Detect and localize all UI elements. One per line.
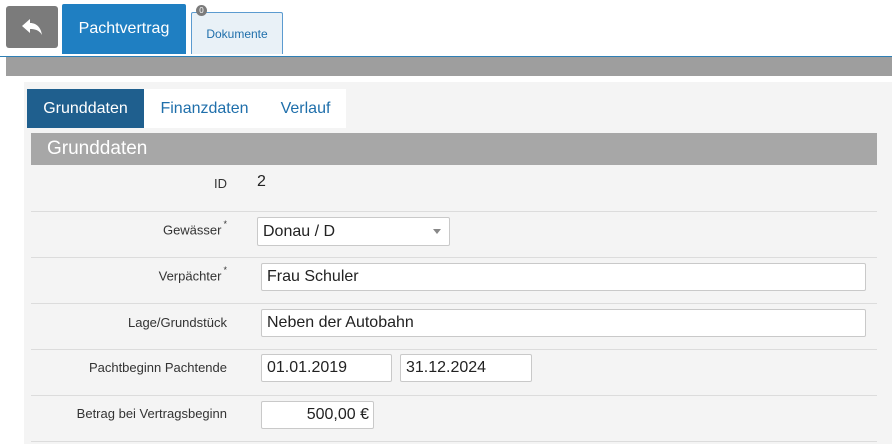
tab-verlauf[interactable]: Verlauf <box>265 89 346 128</box>
betrag-label: Betrag bei Vertragsbeginn <box>76 406 227 421</box>
tab-finanzdaten[interactable]: Finanzdaten <box>144 89 265 128</box>
reply-arrow-icon <box>22 19 42 35</box>
documents-count-badge: 0 <box>196 5 207 16</box>
pachtende-input[interactable]: 31.12.2024 <box>400 354 532 382</box>
verpaechter-input[interactable]: Frau Schuler <box>261 263 866 291</box>
required-marker: * <box>223 219 227 229</box>
betrag-input[interactable]: 500,00 € <box>261 401 374 429</box>
gewaesser-label-group: Gewässer * <box>162 219 227 238</box>
form-row-betrag: Betrag bei Vertragsbeginn <box>31 396 877 442</box>
tab-grunddaten[interactable]: Grunddaten <box>27 89 144 128</box>
gewaesser-selected-value: Donau / D <box>263 222 336 240</box>
section-title: Grunddaten <box>31 133 877 165</box>
pacht-label: Pachtbeginn Pachtende <box>88 360 227 375</box>
verpaechter-label: Verpächter <box>158 268 222 284</box>
caret-down-icon <box>433 229 441 234</box>
lage-input[interactable]: Neben der Autobahn <box>261 309 866 337</box>
id-value: 2 <box>257 173 266 190</box>
tab-dokumente[interactable]: Dokumente <box>191 12 283 54</box>
tab-pachtvertrag[interactable]: Pachtvertrag <box>62 4 186 54</box>
verpaechter-label-group: Verpächter * <box>158 265 227 284</box>
header-separator-bar <box>6 57 892 76</box>
required-marker: * <box>223 265 227 275</box>
form-row-id: ID 2 <box>31 165 877 212</box>
pachtbeginn-input[interactable]: 01.01.2019 <box>261 354 392 382</box>
gewaesser-select[interactable]: Donau / D <box>257 217 450 246</box>
back-button[interactable] <box>6 6 58 48</box>
form-row-gewaesser: Gewässer * <box>31 212 877 258</box>
id-label: ID <box>214 176 227 191</box>
gewaesser-label: Gewässer <box>162 222 222 238</box>
lage-label: Lage/Grundstück <box>127 315 227 330</box>
